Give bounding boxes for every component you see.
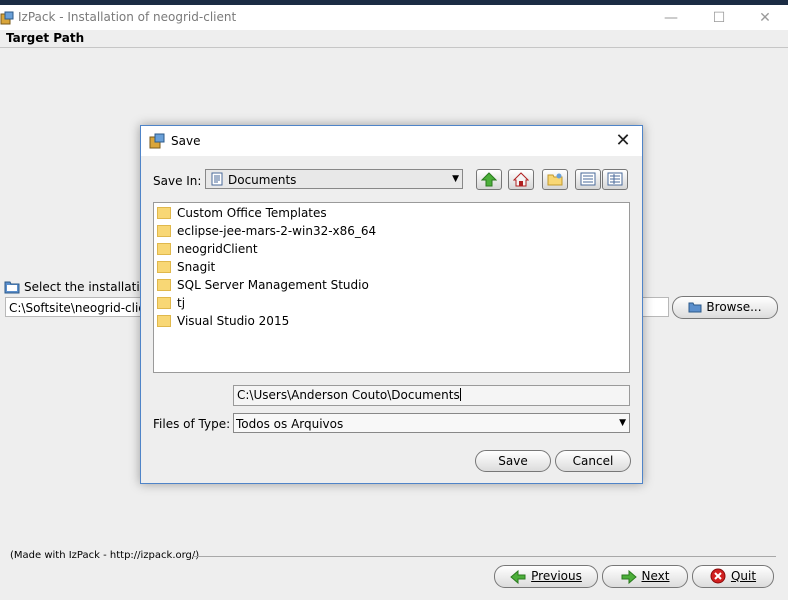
list-item[interactable]: Snagit [157,258,215,276]
save-in-value: Documents [228,173,297,187]
list-item[interactable]: SQL Server Management Studio [157,276,369,294]
files-of-type-value: Todos os Arquivos [236,417,344,431]
window-title: IzPack - Installation of neogrid-client [18,10,237,24]
browse-label: Browse... [706,300,762,314]
next-label: Next [641,569,670,583]
footer-divider [192,556,776,557]
izpack-credit: (Made with IzPack - http://izpack.org/) [10,550,200,561]
folder-icon [688,302,702,313]
folder-icon [157,315,171,327]
chevron-down-icon: ▼ [452,174,459,184]
text-caret [459,388,461,401]
arrow-left-icon [510,570,526,584]
save-dialog: Save ✕ Save In: Documents ▼ Custom Offic… [140,125,643,484]
dialog-title-bar: Save ✕ [141,126,642,156]
documents-icon [211,172,223,186]
save-in-label: Save In: [153,174,202,188]
files-of-type-label: Files of Type: [153,417,231,431]
select-path-text: Select the installation [24,280,155,294]
quit-label: Quit [730,569,757,583]
minimize-button[interactable]: — [660,7,682,29]
title-bar: IzPack - Installation of neogrid-client … [0,5,788,30]
panel-header: Target Path [0,30,788,48]
files-of-type-combo[interactable]: Todos os Arquivos ▼ [233,413,630,433]
details-view-icon [607,172,623,186]
list-item[interactable]: neogridClient [157,240,258,258]
new-folder-icon [547,173,563,186]
dialog-title: Save [171,134,201,148]
list-item[interactable]: Visual Studio 2015 [157,312,289,330]
close-window-button[interactable]: ✕ [754,7,776,29]
cancel-button[interactable]: Cancel [555,450,631,472]
previous-label: Previous [531,569,582,583]
folder-icon [157,279,171,291]
save-button[interactable]: Save [475,450,551,472]
dialog-close-button[interactable]: ✕ [611,129,635,153]
folder-icon [157,243,171,255]
panel-title: Target Path [6,31,85,45]
izpack-app-icon [0,11,14,25]
details-view-button[interactable] [602,169,628,190]
chevron-down-icon: ▼ [619,418,626,428]
new-folder-button[interactable] [542,169,568,190]
quit-button[interactable]: Quit [692,565,774,588]
home-button[interactable] [508,169,534,190]
list-item[interactable]: eclipse-jee-mars-2-win32-x86_64 [157,222,376,240]
list-item[interactable]: tj [157,294,185,312]
browse-button[interactable]: Browse... [672,296,778,319]
file-name-input[interactable]: C:\Users\Anderson Couto\Documents [233,385,630,406]
folder-icon [157,261,171,273]
file-list[interactable]: Custom Office Templates eclipse-jee-mars… [153,202,630,373]
list-view-button[interactable] [575,169,601,190]
save-in-combo[interactable]: Documents ▼ [205,169,463,189]
folder-icon [157,207,171,219]
select-path-label: Select the installation [4,280,155,294]
folder-icon [157,225,171,237]
maximize-button[interactable]: ☐ [708,7,730,29]
next-button[interactable]: Next [602,565,688,588]
arrow-right-icon [621,570,637,584]
home-icon [513,172,529,187]
file-name-value: C:\Users\Anderson Couto\Documents [237,388,460,402]
list-view-icon [580,172,596,186]
up-one-level-button[interactable] [476,169,502,190]
list-item[interactable]: Custom Office Templates [157,204,327,222]
folder-icon [4,281,20,294]
arrow-up-icon [481,172,497,187]
stop-icon [710,568,726,584]
previous-button[interactable]: Previous [494,565,598,588]
java-app-icon [149,133,165,149]
folder-icon [157,297,171,309]
